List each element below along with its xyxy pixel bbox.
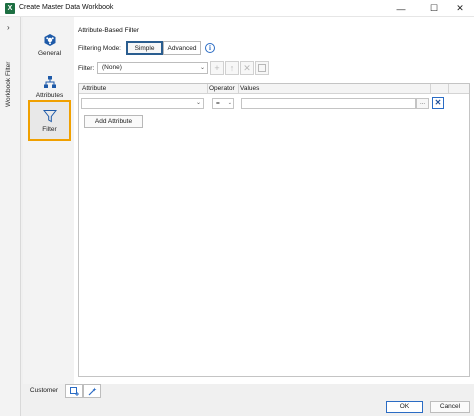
- move-up-button[interactable]: ↑: [225, 61, 239, 75]
- workbook-filter-pane: › Workbook Filter: [0, 17, 21, 416]
- workbook-filter-vertical-label[interactable]: Workbook Filter: [5, 37, 12, 107]
- filter-label: Filter:: [78, 65, 95, 72]
- magic-wand-icon[interactable]: [83, 384, 101, 398]
- column-header-values: Values: [240, 85, 260, 92]
- values-browse-button[interactable]: ...: [416, 98, 429, 109]
- title-bar: X Create Master Data Workbook — ☐ ✕: [0, 0, 474, 17]
- mode-advanced-button[interactable]: Advanced: [163, 41, 201, 55]
- attribute-dropdown[interactable]: ⌄: [81, 98, 204, 109]
- column-header-operator: Operator: [209, 85, 235, 92]
- nav-item-label: Attributes: [35, 92, 64, 99]
- window-title: Create Master Data Workbook: [19, 4, 114, 11]
- attribute-filter-grid: Attribute Operator Values ⌄ = ⌄ ... ✕ Ad…: [78, 83, 470, 377]
- operator-dropdown-value: =: [216, 100, 220, 107]
- info-icon[interactable]: i: [205, 43, 215, 53]
- mode-simple-button[interactable]: Simple: [126, 41, 163, 55]
- add-tab-glyph-icon: [70, 387, 79, 396]
- column-header-attribute: Attribute: [82, 85, 107, 92]
- filter-dropdown[interactable]: (None) ⌄: [97, 62, 208, 74]
- column-divider: [448, 84, 449, 94]
- filter-dropdown-value: (None): [102, 64, 122, 71]
- cancel-button[interactable]: Cancel: [430, 401, 470, 413]
- add-filter-button[interactable]: +: [210, 61, 224, 75]
- nav-item-filter[interactable]: Filter: [28, 100, 71, 141]
- grid-header: Attribute Operator Values: [79, 84, 469, 94]
- operator-dropdown[interactable]: = ⌄: [212, 98, 234, 109]
- window-icon: [258, 64, 266, 72]
- maximize-button[interactable]: ☐: [421, 0, 447, 17]
- values-input[interactable]: [241, 98, 416, 109]
- remove-row-button[interactable]: ✕: [432, 97, 444, 109]
- expand-chevron-icon[interactable]: ›: [7, 23, 10, 32]
- filter-page: Attribute-Based Filter Filtering Mode: S…: [74, 17, 474, 384]
- ok-button[interactable]: OK: [386, 401, 423, 413]
- excel-app-icon: X: [5, 3, 15, 14]
- chevron-down-icon: ⌄: [195, 100, 201, 106]
- funnel-icon: [42, 109, 57, 122]
- bottom-tab-bar: Customer: [23, 384, 101, 399]
- add-attribute-button[interactable]: Add Attribute: [84, 115, 143, 128]
- nav-item-label: Filter: [42, 125, 57, 133]
- nav-item-label: General: [37, 50, 62, 57]
- column-divider: [430, 84, 431, 94]
- column-divider: [207, 84, 208, 94]
- add-tab-icon[interactable]: [65, 384, 83, 398]
- nav-item-general[interactable]: General: [28, 25, 71, 65]
- hierarchy-icon: [43, 76, 56, 88]
- tab-customer[interactable]: Customer: [23, 384, 65, 398]
- minimize-button[interactable]: —: [388, 0, 414, 17]
- chevron-down-icon: ⌄: [199, 65, 205, 71]
- section-title: Attribute-Based Filter: [78, 27, 140, 34]
- chevron-down-icon: ⌄: [227, 100, 232, 106]
- close-window-button[interactable]: ✕: [447, 0, 473, 17]
- wand-glyph-icon: [88, 387, 97, 396]
- delete-filter-button[interactable]: ✕: [240, 61, 254, 75]
- edit-filter-button[interactable]: [255, 61, 269, 75]
- wizard-navigation: General Attributes Filter: [23, 17, 74, 384]
- hexagon-cubes-icon: [44, 34, 55, 46]
- column-divider: [238, 84, 239, 94]
- filtering-mode-label: Filtering Mode:: [78, 45, 121, 52]
